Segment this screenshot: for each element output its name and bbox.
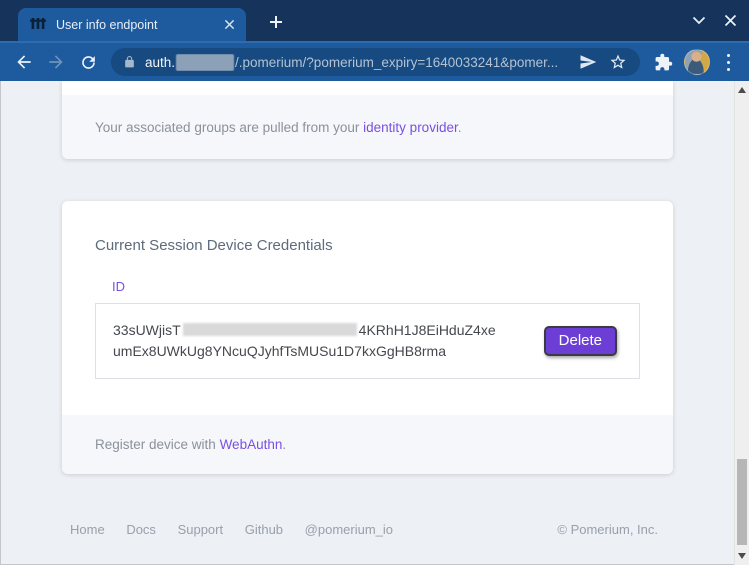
browser-window: User info endpoint [0, 0, 749, 565]
webauthn-note: Register device with WebAuthn. [62, 415, 673, 474]
browser-menu-kebab-icon[interactable] [715, 49, 741, 75]
credential-id: 33sUWjisT4KRhH1J8EiHduZ4xe umEx8UWkUg8YN… [113, 320, 528, 362]
page-scrollbar[interactable] [734, 81, 749, 565]
page-content: Your associated groups are pulled from y… [0, 81, 749, 565]
pomerium-favicon-icon [30, 18, 46, 32]
scrollbar-thumb[interactable] [737, 459, 747, 545]
lock-icon [123, 55, 136, 69]
url-text: auth. /.pomerium/?pomerium_expiry=164003… [145, 54, 570, 71]
tabbar-controls [692, 0, 737, 41]
footer-link-github[interactable]: Github [245, 522, 283, 537]
tab-search-chevron-icon[interactable] [692, 16, 706, 25]
footer-links: Home Docs Support Github @pomerium_io [70, 522, 411, 537]
footer-link-docs[interactable]: Docs [126, 522, 156, 537]
footer-link-twitter[interactable]: @pomerium_io [305, 522, 393, 537]
url-path: /.pomerium/?pomerium_expiry=1640033241&p… [235, 55, 558, 70]
browser-toolbar: auth. /.pomerium/?pomerium_expiry=164003… [0, 41, 749, 81]
forward-button[interactable] [40, 46, 72, 78]
webauthn-note-text: Register device with WebAuthn. [95, 437, 286, 452]
window-close-icon[interactable] [724, 14, 737, 27]
credential-redaction-blur [183, 323, 357, 336]
tab-close-icon[interactable] [219, 15, 239, 35]
groups-card: Your associated groups are pulled from y… [62, 81, 673, 159]
footer-link-home[interactable]: Home [70, 522, 105, 537]
credential-row: 33sUWjisT4KRhH1J8EiHduZ4xe umEx8UWkUg8YN… [95, 303, 640, 379]
card-title: Current Session Device Credentials [95, 237, 640, 255]
address-bar[interactable]: auth. /.pomerium/?pomerium_expiry=164003… [111, 48, 640, 76]
scrollbar-up-arrow-icon[interactable] [738, 87, 746, 93]
bookmark-star-icon[interactable] [606, 50, 630, 74]
scrollbar-down-arrow-icon[interactable] [738, 553, 746, 559]
url-redaction-blur [176, 54, 234, 71]
extensions-puzzle-icon[interactable] [647, 46, 679, 78]
send-icon[interactable] [576, 50, 600, 74]
profile-avatar[interactable] [684, 49, 710, 75]
identity-provider-link[interactable]: identity provider [363, 120, 458, 135]
groups-note: Your associated groups are pulled from y… [62, 95, 673, 159]
tab-user-info-endpoint[interactable]: User info endpoint [18, 8, 246, 41]
webauthn-link[interactable]: WebAuthn [220, 437, 283, 452]
page-footer: Home Docs Support Github @pomerium_io © … [62, 522, 673, 537]
groups-card-body [62, 81, 673, 95]
delete-button[interactable]: Delete [544, 326, 617, 356]
tab-title: User info endpoint [56, 18, 219, 32]
tab-strip: User info endpoint [0, 0, 749, 41]
id-column-header: ID [95, 279, 640, 294]
back-button[interactable] [8, 46, 40, 78]
groups-note-text: Your associated groups are pulled from y… [95, 120, 461, 135]
copyright: © Pomerium, Inc. [557, 522, 658, 537]
reload-button[interactable] [72, 46, 104, 78]
url-domain: auth. [145, 55, 175, 70]
new-tab-button[interactable] [262, 8, 290, 36]
device-credentials-card: Current Session Device Credentials ID 33… [62, 201, 673, 474]
footer-link-support[interactable]: Support [178, 522, 224, 537]
